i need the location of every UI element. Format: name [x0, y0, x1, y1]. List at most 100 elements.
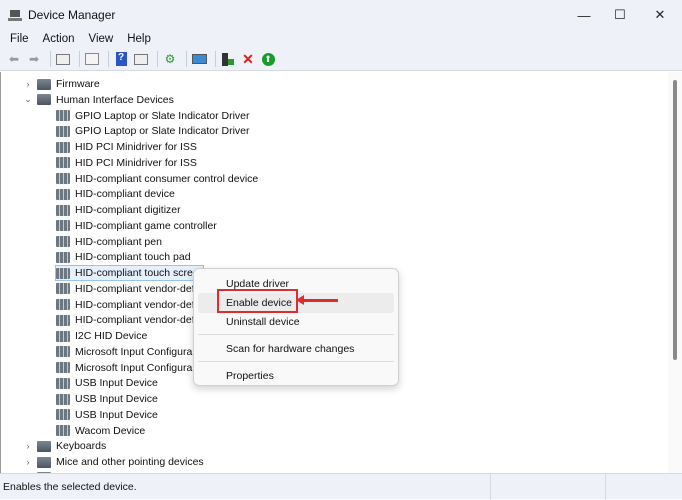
tree-item-label: HID-compliant digitizer	[75, 204, 181, 216]
tree-item-device[interactable]: GPIO Laptop or Slate Indicator Driver	[56, 108, 250, 124]
tree-item-device[interactable]: USB Input Device	[56, 407, 158, 423]
hid-device-icon	[56, 315, 70, 326]
hid-device-icon	[56, 394, 70, 405]
tree-item-device[interactable]: HID-compliant game controller	[56, 218, 217, 234]
tree-item-device[interactable]: USB Input Device	[56, 391, 158, 407]
tree-item-label: Keyboards	[56, 440, 106, 452]
chevron-right-icon[interactable]: ›	[23, 79, 33, 89]
tree-item-label: HID-compliant pen	[75, 236, 162, 248]
tree-item-device[interactable]: HID PCI Minidriver for ISS	[56, 155, 197, 171]
menu-item-properties[interactable]: Properties	[198, 366, 394, 386]
tree-item-device[interactable]: HID PCI Minidriver for ISS	[56, 139, 197, 155]
enable-device-icon[interactable]	[220, 52, 236, 66]
tree-item-device[interactable]: GPIO Laptop or Slate Indicator Driver	[56, 123, 250, 139]
tree-item-device[interactable]: Microsoft Input Configura	[56, 344, 192, 360]
tree-item-device[interactable]: Wacom Device	[56, 423, 145, 439]
menu-item-uninstall-device[interactable]: Uninstall device	[198, 312, 394, 332]
hid-device-icon	[56, 283, 70, 294]
tree-item-device[interactable]: I2C HID Device	[56, 328, 147, 344]
tree-item-label: HID-compliant vendor-def	[75, 283, 195, 295]
tree-item-device[interactable]: HID-compliant touch scree	[55, 265, 204, 281]
hid-device-icon	[56, 378, 70, 389]
tree-item-device[interactable]: HID-compliant consumer control device	[56, 171, 258, 187]
tree-item-device[interactable]: HID-compliant vendor-def	[56, 312, 195, 328]
tree-item-label: HID PCI Minidriver for ISS	[75, 157, 197, 169]
menu-view[interactable]: View	[89, 33, 114, 45]
chevron-down-icon[interactable]: ⌄	[23, 94, 33, 105]
menu-file[interactable]: File	[10, 33, 29, 45]
tree-item-device[interactable]: USB Input Device	[56, 375, 158, 391]
category-icon	[37, 94, 51, 105]
view-icon[interactable]	[84, 52, 100, 66]
monitor-icon[interactable]	[191, 52, 207, 66]
tree-item-device[interactable]: Microsoft Input Configura	[56, 360, 192, 376]
toolbar-separator	[108, 51, 109, 67]
tree-item-label: HID-compliant game controller	[75, 220, 217, 232]
tree-item-device[interactable]: HID-compliant pen	[56, 234, 162, 250]
vertical-scrollbar[interactable]	[668, 72, 682, 473]
tree-item-label: Microsoft Input Configura	[75, 346, 192, 358]
hid-device-icon	[56, 252, 70, 263]
action-pane-icon[interactable]	[133, 52, 149, 66]
menu-separator	[198, 361, 394, 362]
hid-device-icon	[56, 236, 70, 247]
tree-item-label: USB Input Device	[75, 377, 158, 389]
uninstall-icon[interactable]: ✕	[240, 52, 256, 66]
tree-item-label: HID-compliant vendor-def	[75, 314, 195, 326]
status-pane	[605, 474, 606, 500]
tree-item-device[interactable]: HID-compliant vendor-def	[56, 297, 195, 313]
menu-help[interactable]: Help	[127, 33, 151, 45]
properties-icon[interactable]	[55, 52, 71, 66]
hid-device-icon	[56, 268, 70, 279]
status-pane	[490, 474, 491, 500]
hid-device-icon	[56, 205, 70, 216]
status-bar: Enables the selected device.	[0, 473, 682, 499]
tree-item-device[interactable]: HID-compliant device	[56, 186, 175, 202]
tree-item-category[interactable]: ⌄Human Interface Devices	[23, 92, 174, 108]
tree-item-label: Firmware	[56, 78, 100, 90]
close-button[interactable]: ✕	[642, 0, 678, 30]
chevron-right-icon[interactable]: ›	[23, 457, 33, 467]
menu-action[interactable]: Action	[43, 33, 75, 45]
tree-item-label: I2C HID Device	[75, 330, 147, 342]
title-bar: Device Manager — ☐ ✕	[0, 0, 682, 30]
menu-item-scan-hardware[interactable]: Scan for hardware changes	[198, 339, 394, 359]
menu-separator	[198, 334, 394, 335]
hid-device-icon	[56, 126, 70, 137]
help-icon[interactable]: ?	[113, 52, 129, 66]
status-text: Enables the selected device.	[3, 481, 137, 493]
context-menu: Update driver Enable device Uninstall de…	[193, 268, 399, 386]
tree-item-category[interactable]: › Mice and other pointing devices	[23, 454, 204, 470]
tree-item-device[interactable]: HID-compliant digitizer	[56, 202, 181, 218]
tree-item-label: GPIO Laptop or Slate Indicator Driver	[75, 125, 250, 137]
toolbar-separator	[50, 51, 51, 67]
maximize-button[interactable]: ☐	[602, 0, 638, 30]
back-arrow-icon[interactable]: ⬅	[6, 52, 22, 66]
tree-item-label: HID PCI Minidriver for ISS	[75, 141, 197, 153]
hid-device-icon	[56, 362, 70, 373]
category-icon	[37, 457, 51, 468]
hid-device-icon	[56, 409, 70, 420]
tree-item-label: USB Input Device	[75, 409, 158, 421]
hid-device-icon	[56, 110, 70, 121]
tree-item-label: USB Input Device	[75, 393, 158, 405]
forward-arrow-icon[interactable]: ➡	[26, 52, 42, 66]
tree-item-device[interactable]: HID-compliant vendor-def	[56, 281, 195, 297]
scrollbar-thumb[interactable]	[673, 80, 677, 360]
tree-item-category[interactable]: › Firmware	[23, 76, 100, 92]
hid-device-icon	[56, 299, 70, 310]
tree-item-label: Mice and other pointing devices	[56, 456, 204, 468]
minimize-button[interactable]: —	[566, 0, 602, 30]
scan-icon[interactable]: ⬆	[260, 52, 276, 66]
tree-item-label: GPIO Laptop or Slate Indicator Driver	[75, 110, 250, 122]
tree-item-label: HID-compliant touch scree	[75, 267, 199, 279]
device-manager-icon	[8, 9, 22, 21]
update-driver-icon[interactable]: ⚙	[162, 52, 178, 66]
tree-item-label: Microsoft Input Configura	[75, 362, 192, 374]
tree-item-device[interactable]: HID-compliant touch pad	[56, 249, 191, 265]
annotation-arrow	[300, 299, 338, 302]
toolbar-separator	[79, 51, 80, 67]
tree-item-category[interactable]: › Keyboards	[23, 438, 106, 454]
toolbar: ⬅ ➡ ? ⚙ ✕ ⬆	[0, 48, 682, 71]
chevron-right-icon[interactable]: ›	[23, 441, 33, 451]
